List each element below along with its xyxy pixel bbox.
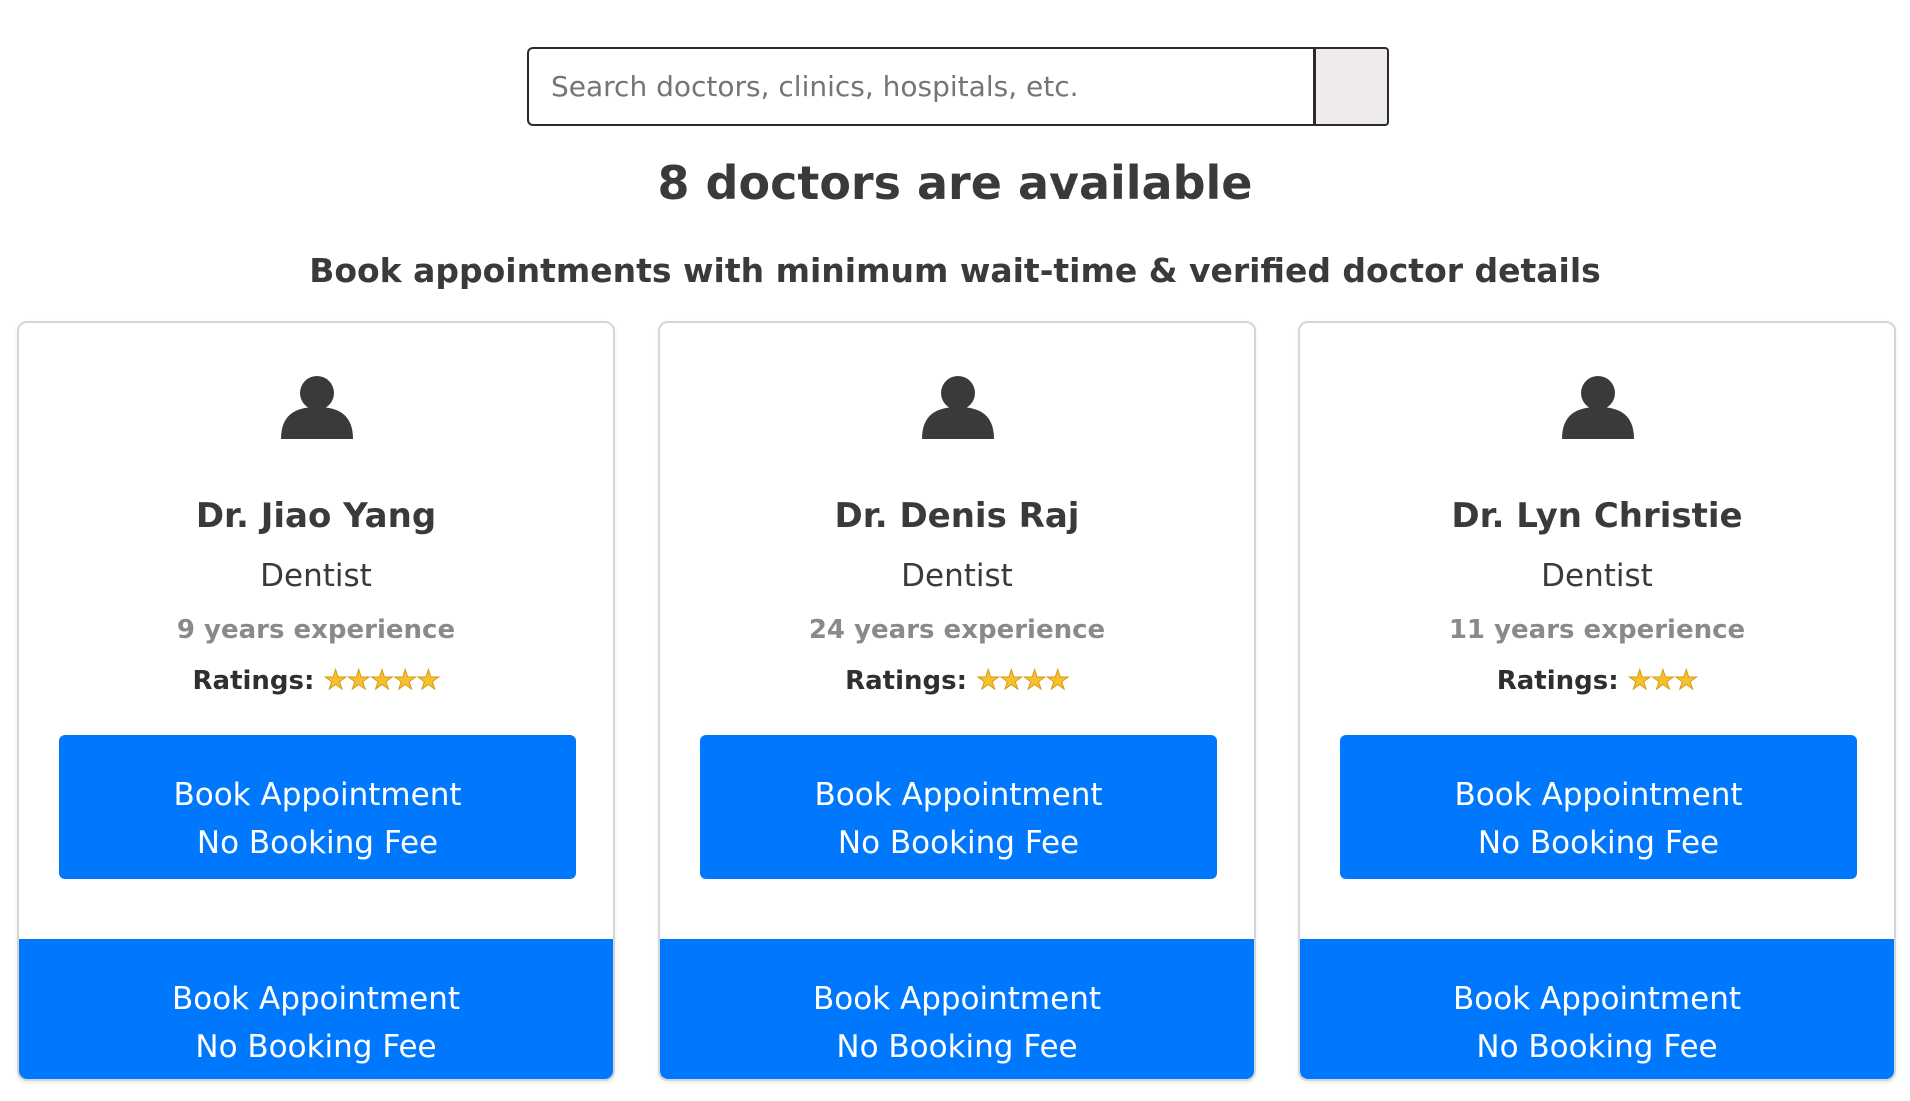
book-appointment-label: Book Appointment [812, 980, 1102, 1017]
ratings-label: Ratings: [1496, 666, 1619, 696]
book-appointment-button[interactable]: Book Appointment No Booking Fee [1340, 735, 1857, 879]
user-avatar-icon [281, 376, 353, 439]
no-booking-fee-label: No Booking Fee [836, 1028, 1078, 1065]
rating-stars-icon: ★★★ [1627, 665, 1699, 697]
doctor-specialty: Dentist [260, 558, 372, 594]
book-appointment-label: Book Appointment [1454, 776, 1743, 813]
ratings-label: Ratings: [192, 666, 315, 696]
doctor-ratings: Ratings: ★★★★ [660, 660, 1254, 702]
doctor-ratings: Ratings: ★★★ [1300, 660, 1894, 702]
book-appointment-button[interactable]: Book Appointment No Booking Fee [59, 735, 576, 879]
no-booking-fee-label: No Booking Fee [837, 824, 1080, 861]
doctor-ratings: Ratings: ★★★★★ [19, 660, 613, 702]
doctor-experience: 9 years experience [176, 615, 456, 645]
doctor-name: Dr. Lyn Christie [1451, 496, 1743, 536]
page-subtitle: Book appointments with minimum wait-time… [309, 251, 1601, 290]
doctor-specialty: Dentist [1541, 558, 1653, 594]
search-button[interactable] [1313, 47, 1389, 126]
doctor-name: Dr. Denis Raj [834, 496, 1080, 536]
no-booking-fee-label: No Booking Fee [1477, 824, 1720, 861]
doctor-card: Dr. Denis Raj Dentist 24 years experienc… [658, 321, 1256, 1081]
no-booking-fee-label: No Booking Fee [1476, 1028, 1718, 1065]
book-appointment-label: Book Appointment [1452, 980, 1742, 1017]
search-input[interactable] [527, 47, 1313, 126]
no-booking-fee-label: No Booking Fee [195, 1028, 437, 1065]
book-appointment-label: Book Appointment [171, 980, 461, 1017]
doctor-listing-page: 8 doctors are available Book appointment… [0, 0, 1910, 1101]
doctor-experience: 11 years experience [1448, 615, 1746, 645]
book-appointment-footer-button[interactable]: Book Appointment No Booking Fee [1300, 939, 1894, 1079]
user-avatar-icon [1562, 376, 1634, 439]
book-appointment-label: Book Appointment [173, 776, 462, 813]
doctor-card: Dr. Jiao Yang Dentist 9 years experience… [17, 321, 615, 1081]
book-appointment-button[interactable]: Book Appointment No Booking Fee [700, 735, 1217, 879]
book-appointment-label: Book Appointment [814, 776, 1103, 813]
doctor-name: Dr. Jiao Yang [195, 496, 437, 536]
no-booking-fee-label: No Booking Fee [196, 824, 439, 861]
page-title: 8 doctors are available [657, 156, 1253, 210]
doctor-experience: 24 years experience [808, 615, 1106, 645]
doctor-card: Dr. Lyn Christie Dentist 11 years experi… [1298, 321, 1896, 1081]
book-appointment-footer-button[interactable]: Book Appointment No Booking Fee [660, 939, 1254, 1079]
doctor-specialty: Dentist [901, 558, 1013, 594]
user-avatar-icon [922, 376, 994, 439]
rating-stars-icon: ★★★★★ [323, 665, 441, 697]
ratings-label: Ratings: [845, 666, 967, 696]
search-bar [527, 47, 1389, 126]
rating-stars-icon: ★★★★ [976, 665, 1071, 697]
book-appointment-footer-button[interactable]: Book Appointment No Booking Fee [19, 939, 613, 1079]
